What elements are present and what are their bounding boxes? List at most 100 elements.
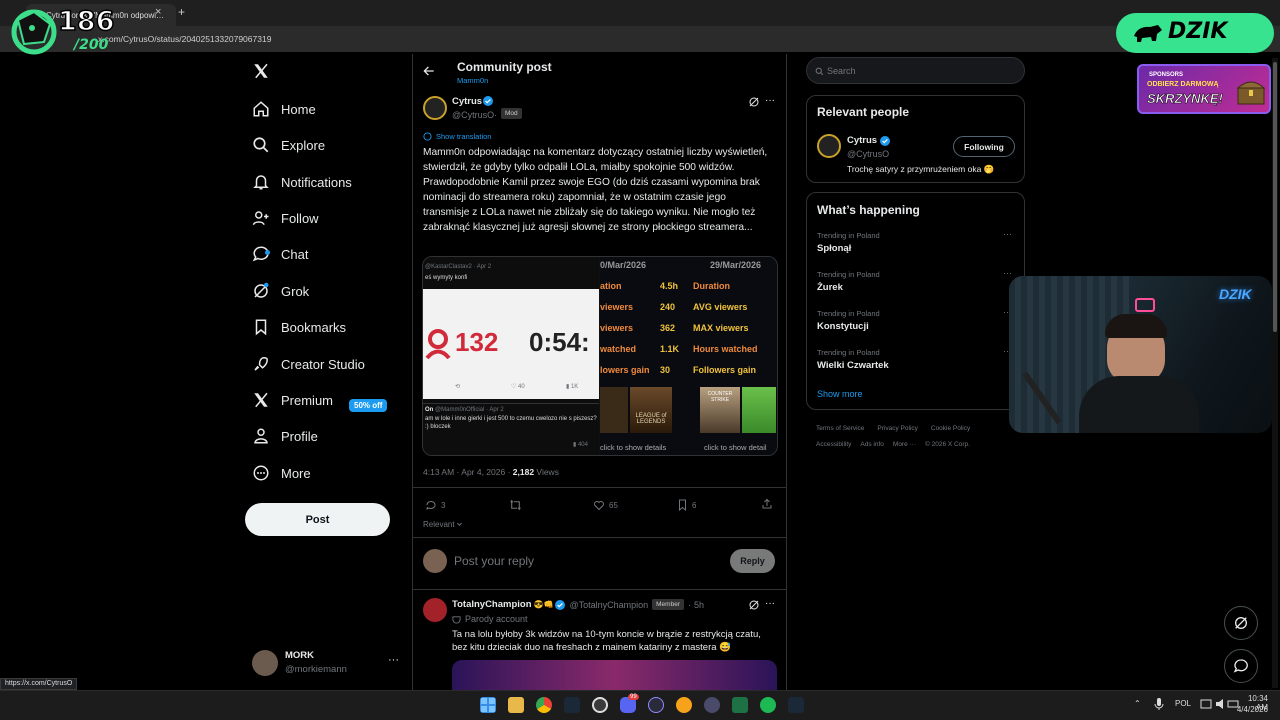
new-tab-button[interactable]: + — [178, 5, 185, 19]
chrome-icon[interactable] — [536, 697, 552, 713]
bookmark-action[interactable]: 6 — [677, 499, 696, 511]
grok-icon[interactable] — [748, 96, 760, 108]
spotify-icon[interactable] — [760, 697, 776, 713]
game-thumb-minecraft — [742, 387, 776, 433]
nav-item-bookmarks[interactable]: Bookmarks — [252, 314, 346, 340]
back-arrow-icon[interactable] — [422, 64, 436, 78]
show-translation-link[interactable]: Show translation — [423, 132, 491, 141]
messages-float-button[interactable] — [1224, 649, 1258, 683]
footer-link[interactable]: Cookie Policy — [931, 425, 970, 432]
search-icon — [815, 67, 824, 76]
person-handle: @CytrusO — [847, 149, 890, 159]
nav-item-more[interactable]: More — [252, 460, 311, 486]
grok-float-button[interactable] — [1224, 606, 1258, 640]
page-title: Community post — [457, 60, 552, 74]
footer-link[interactable]: Terms of Service — [816, 425, 864, 432]
reply-author-avatar[interactable] — [423, 598, 447, 622]
grok-icon[interactable] — [748, 599, 760, 611]
dzik-brand-text: DZIK — [1168, 19, 1228, 44]
post-media[interactable]: @KastarClastav2 · Apr 2 eś wymyty konfi … — [422, 256, 778, 456]
scrollbar-thumb[interactable] — [1273, 62, 1277, 332]
search-input[interactable]: Search — [806, 57, 1025, 84]
trend-title[interactable]: Wielki Czwartek — [817, 360, 889, 371]
show-more-link[interactable]: Show more — [817, 389, 863, 399]
sort-replies-dropdown[interactable]: Relevant — [423, 520, 463, 529]
grok-icon — [254, 282, 269, 298]
obs-icon[interactable] — [592, 697, 608, 713]
footer-link[interactable]: Privacy Policy — [877, 425, 917, 432]
reply-action[interactable]: 3 — [425, 499, 445, 511]
trend-title[interactable]: Konstytucji — [817, 321, 869, 332]
microphone-icon[interactable] — [1154, 697, 1164, 711]
person-avatar[interactable] — [817, 134, 841, 158]
reply-input[interactable]: Post your reply — [454, 554, 534, 568]
following-button[interactable]: Following — [953, 136, 1015, 157]
post-more-icon[interactable]: ··· — [765, 95, 775, 106]
reply-media[interactable] — [452, 660, 777, 690]
nav-item-grok[interactable]: Grok — [252, 278, 309, 304]
stats-right-label: Hours watched — [693, 344, 758, 354]
app-icon[interactable] — [676, 697, 692, 713]
nav-item-notifications[interactable]: Notifications — [252, 169, 352, 195]
footer-link[interactable]: Ads info — [860, 441, 884, 448]
account-switcher[interactable]: MORK @morkiemann ··· — [252, 648, 412, 678]
trend-title[interactable]: Żurek — [817, 282, 843, 293]
promo-banner[interactable]: SPONSORS ODBIERZ DARMOWĄ SKRZYNKĘ! — [1137, 64, 1271, 114]
trend-title[interactable]: Spłonął — [817, 243, 851, 254]
footer-link[interactable]: © 2026 X Corp. — [925, 441, 970, 448]
post-author-handle[interactable]: @CytrusO — [452, 110, 494, 120]
footer-link[interactable]: More ··· — [893, 441, 916, 448]
post-author-avatar[interactable] — [423, 96, 447, 120]
verified-badge-icon — [880, 135, 891, 146]
steam-icon[interactable] — [564, 697, 580, 713]
app-icon[interactable] — [704, 697, 720, 713]
nav-label: Follow — [281, 210, 319, 226]
language-indicator[interactable]: POL — [1175, 699, 1191, 708]
share-icon — [762, 498, 772, 509]
file-explorer-icon[interactable] — [508, 697, 524, 713]
start-button-icon[interactable] — [480, 697, 496, 713]
nav-item-profile[interactable]: Profile — [252, 423, 318, 449]
more-circle-icon — [253, 465, 269, 481]
x-logo-icon[interactable] — [252, 62, 270, 80]
divider — [413, 487, 786, 488]
community-link[interactable]: Mamm0n — [457, 76, 488, 85]
person-name[interactable]: Cytrus — [847, 135, 891, 146]
reply-author[interactable]: TotalnyChampion 😎👊 @TotalnyChampion Memb… — [452, 599, 704, 610]
footer-link[interactable]: Accessibility — [816, 441, 851, 448]
account-more-icon[interactable]: ··· — [388, 654, 399, 666]
post-author-name[interactable]: Cytrus — [452, 96, 482, 107]
url-text[interactable]: x.com/CytrusO/status/2040251332079067319 — [98, 34, 271, 44]
game-thumb-lol: LEAGUE of LEGENDS — [630, 387, 672, 433]
stats-left-label: lowers gain — [600, 365, 650, 375]
like-action[interactable]: 65 — [593, 499, 618, 511]
repost-action[interactable] — [509, 499, 526, 511]
whats-happening-panel: What’s happening Trending in Poland Spłon… — [806, 192, 1025, 410]
share-action[interactable] — [761, 498, 777, 510]
clock-date[interactable]: 4/4/2026 — [1236, 705, 1268, 714]
post-button[interactable]: Post — [245, 503, 390, 536]
media-views-count: ▮ 1K — [566, 384, 579, 390]
excel-icon[interactable] — [732, 697, 748, 713]
bookmark-count: 6 — [692, 500, 697, 510]
reply-button[interactable]: Reply — [730, 549, 775, 573]
nav-item-explore[interactable]: Explore — [252, 132, 325, 158]
nav-item-home[interactable]: Home — [252, 96, 316, 122]
tab-close-button[interactable]: × — [155, 6, 161, 18]
stats-left-label: ation — [600, 281, 622, 291]
trend-more-icon[interactable]: ··· — [1003, 229, 1012, 239]
boar-logo-icon — [11, 9, 57, 55]
nav-item-premium[interactable]: Premium — [252, 387, 333, 413]
sort-label: Relevant — [423, 520, 455, 529]
nav-item-chat[interactable]: Chat — [252, 241, 308, 267]
nav-item-creator-studio[interactable]: Creator Studio — [252, 351, 365, 377]
stats-left-label: watched — [600, 344, 637, 354]
tray-chevron-icon[interactable]: ⌃ — [1134, 699, 1141, 708]
reply-text: Ta na lolu byłoby 3k widzów na 10-tym ko… — [452, 629, 761, 653]
person-bio: Trochę satyry z przymrużeniem oka 🤭 — [847, 164, 995, 174]
nav-item-follow[interactable]: Follow — [252, 205, 319, 231]
steam-icon[interactable] — [788, 697, 804, 713]
reply-more-icon[interactable]: ··· — [765, 598, 775, 609]
network-volume-icons[interactable] — [1200, 697, 1240, 711]
app-icon[interactable] — [648, 697, 664, 713]
